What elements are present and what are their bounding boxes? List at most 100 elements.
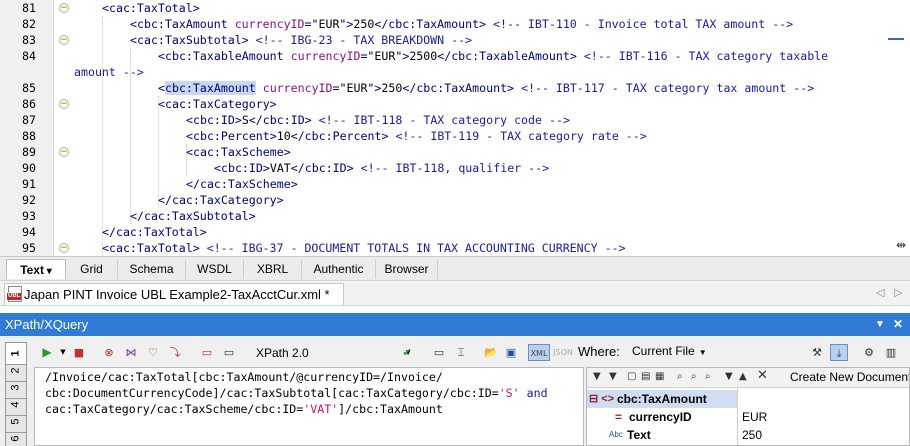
code-token: </cbc:ID> <box>248 113 312 127</box>
editor-line[interactable]: 90 <cbc:ID>VAT</cbc:ID> <!-- IBT-118, qua… <box>0 160 910 176</box>
view-tab-browser[interactable]: Browser <box>376 259 438 279</box>
code-text: <cac:TaxSubtotal> <!-- IBG-23 - TAX BREA… <box>130 32 472 48</box>
evaluator-icon[interactable]: ▭ <box>220 344 238 361</box>
view-tab-xbrl[interactable]: XBRL <box>244 259 302 279</box>
xpath-expression-editor[interactable]: /Invoice/cac:TaxTotal[cbc:TaxAmount/@cur… <box>34 367 584 446</box>
find-prev-icon[interactable]: ⌕ <box>705 371 711 382</box>
code-token: </cac:TaxTotal> <box>102 225 207 239</box>
result-name: cbc:TaxAmount <box>617 392 707 406</box>
document-tab-bar: UBL Japan PINT Invoice UBL Example2-TaxAc… <box>0 280 910 306</box>
tools-icon[interactable]: ⚒ <box>808 344 826 361</box>
settings-gear-icon[interactable]: ⚙ <box>860 344 878 361</box>
open-folder-icon[interactable]: 📂 <box>482 344 500 361</box>
code-token: amount --> <box>74 65 144 79</box>
line-number: 90 <box>22 161 36 175</box>
expand-icon[interactable]: ▼ <box>609 371 617 382</box>
editor-line[interactable]: 91 </cac:TaxScheme> <box>0 176 910 192</box>
editor-line[interactable]: 84 <cbc:TaxableAmount currencyID="EUR">25… <box>0 48 910 64</box>
editor-line[interactable]: 95 − <cac:TaxTotal> <!-- IBG-37 - DOCUMENT… <box>0 240 910 256</box>
xml-mode-toggle[interactable]: XML <box>528 344 550 361</box>
editor-line[interactable]: 89 − <cac:TaxScheme> <box>0 144 910 160</box>
code-token: <!-- IBT-117 - TAX category tax amount -… <box>521 81 815 95</box>
editor-line[interactable]: 94 </cac:TaxTotal> <box>0 224 910 240</box>
code-token: <cbc:TaxAmount <box>130 17 235 31</box>
cursor-icon[interactable]: ⌶ <box>452 344 470 361</box>
validate-icon[interactable]: ✔ <box>398 344 416 361</box>
breakpoint-icon[interactable]: ♡ <box>144 344 162 361</box>
code-text: </cac:TaxCategory> <box>158 192 284 208</box>
fold-toggle-icon[interactable]: − <box>59 3 69 13</box>
xpath-version-value: XPath 2.0 <box>256 346 309 360</box>
find-next-icon[interactable]: ⌕ <box>691 371 697 382</box>
editor-line[interactable]: 81 − <cac:TaxTotal> <box>0 0 910 16</box>
find-icon[interactable]: ⌕ <box>677 371 683 382</box>
element-node-icon[interactable]: ⊟ <> <box>589 390 614 408</box>
panel-close-icon[interactable]: ✕ <box>893 313 903 336</box>
panel-menu-icon[interactable]: ▼ <box>875 313 885 336</box>
result-row[interactable]: = currencyID EUR <box>587 408 909 426</box>
step-out-icon[interactable]: ⤵ <box>166 344 184 361</box>
stop-icon[interactable]: ■ <box>70 344 88 361</box>
editor-line[interactable]: 88 <cbc:Percent>10</cbc:Percent> <!-- IBT… <box>0 128 910 144</box>
line-number: 88 <box>22 129 36 143</box>
view-tab-authentic[interactable]: Authentic <box>302 259 376 279</box>
copy-icon[interactable]: ▢ <box>627 371 636 382</box>
builder-icon[interactable]: ▭ <box>198 344 216 361</box>
create-new-document-button[interactable]: Create New Document <box>790 370 909 384</box>
editor-line[interactable]: 93 </cac:TaxSubtotal> <box>0 208 910 224</box>
json-mode-toggle[interactable]: JSON <box>552 344 574 361</box>
move-up-icon[interactable]: ▲ <box>739 371 747 382</box>
result-name: currencyID <box>629 410 692 424</box>
code-token: <cac:TaxScheme> <box>186 145 291 159</box>
result-row[interactable]: Abc Text 250 <box>587 426 909 444</box>
line-number: 92 <box>22 193 36 207</box>
move-down-icon[interactable]: ▼ <box>725 371 733 382</box>
split-resize-icon[interactable]: ⇹ <box>896 238 906 252</box>
side-tab-label: 4 <box>9 401 22 408</box>
editor-line[interactable]: 82 <cbc:TaxAmount currencyID="EUR">250</c… <box>0 16 910 32</box>
code-text: <cbc:TaxableAmount currencyID="EUR">2500… <box>158 48 828 64</box>
xpath-version-select[interactable]: XPath 2.0 ▼ <box>254 344 414 362</box>
result-options-icon[interactable]: ⤓ <box>830 344 848 361</box>
fold-toggle-icon[interactable]: − <box>59 35 69 45</box>
document-tab[interactable]: UBL Japan PINT Invoice UBL Example2-TaxAc… <box>4 283 344 305</box>
editor-line[interactable]: amount --> <box>0 64 910 80</box>
code-token: </cac:TaxScheme> <box>186 177 298 191</box>
xpath-side-tab-1[interactable]: 1 <box>5 342 27 365</box>
fold-toggle-icon[interactable]: − <box>59 243 69 253</box>
editor-line[interactable]: 92 </cac:TaxCategory> <box>0 192 910 208</box>
result-row[interactable]: ⊟ <> cbc:TaxAmount <box>587 390 737 408</box>
layout-icon[interactable]: ▥ <box>882 344 900 361</box>
tab-scroll-right-icon[interactable]: ▷ <box>894 286 902 299</box>
editor-line[interactable]: 86 − <cac:TaxCategory> <box>0 96 910 112</box>
clear-results-icon[interactable]: ✕ <box>757 368 768 383</box>
text-view-icon[interactable]: ▭ <box>430 344 448 361</box>
view-tab-schema[interactable]: Schema <box>118 259 186 279</box>
editor-line[interactable]: 87 <cbc:ID>S</cbc:ID> <!-- IBT-118 - TAX … <box>0 112 910 128</box>
scroll-position-marker[interactable] <box>888 38 904 40</box>
fold-toggle-icon[interactable]: − <box>59 147 69 157</box>
xml-text-editor[interactable]: 81 − <cac:TaxTotal> 82 <cbc:TaxAmount curren… <box>0 0 910 256</box>
result-name: Text <box>627 428 651 442</box>
view-tab-wsdl[interactable]: WSDL <box>186 259 244 279</box>
collapse-icon[interactable]: ▼ <box>593 371 601 382</box>
copy-all-icon[interactable]: ▤ <box>641 371 650 382</box>
debug-step-icon[interactable]: ⊗ <box>100 344 118 361</box>
paste-icon[interactable]: ▦ <box>655 371 664 382</box>
editor-line[interactable]: 83 − <cac:TaxSubtotal> <!-- IBG-23 - TAX B… <box>0 32 910 48</box>
view-tab-grid[interactable]: Grid <box>66 259 118 279</box>
code-token: </cbc:TaxableAmount> <box>437 49 577 63</box>
code-text: <cac:TaxTotal> <box>102 0 200 16</box>
save-icon[interactable]: ▣ <box>502 344 520 361</box>
fold-toggle-icon[interactable]: − <box>59 99 69 109</box>
editor-line[interactable]: 85 <cbc:TaxAmount currencyID="EUR">250</c… <box>0 80 910 96</box>
code-text: <cbc:ID>VAT</cbc:ID> <!-- IBT-118, quali… <box>214 160 549 176</box>
view-tab-label: Grid <box>80 262 103 276</box>
where-select[interactable]: Current File ▼ <box>632 344 722 358</box>
step-into-icon[interactable]: ⋈ <box>122 344 140 361</box>
code-text: </cac:TaxSubtotal> <box>130 208 256 224</box>
tab-scroll-left-icon[interactable]: ◁ <box>876 286 884 299</box>
code-token: = <box>332 81 340 95</box>
view-tab-text[interactable]: Text ▾ <box>6 259 66 279</box>
